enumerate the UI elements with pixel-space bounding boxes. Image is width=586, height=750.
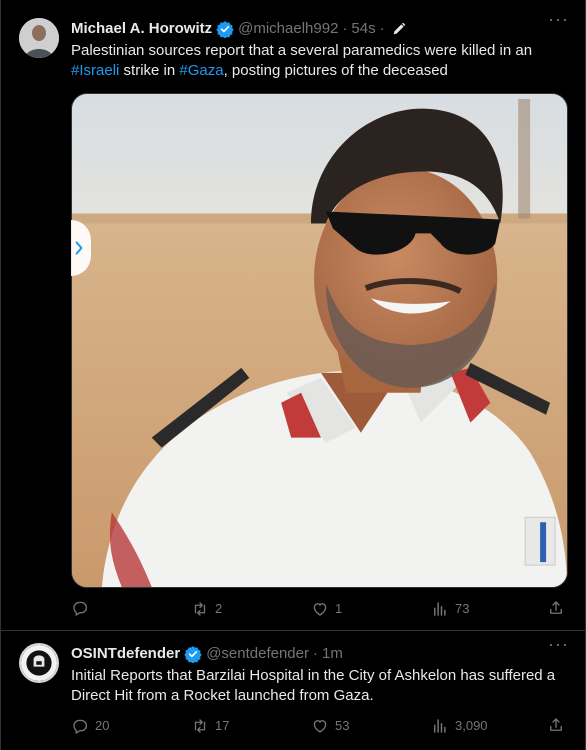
reply-button[interactable]: 20 xyxy=(71,716,109,736)
verified-badge-icon xyxy=(216,20,234,39)
separator: · xyxy=(312,645,318,662)
views-count: 3,090 xyxy=(455,718,488,733)
like-count: 53 xyxy=(335,718,350,733)
retweet-button[interactable]: 17 xyxy=(191,716,229,736)
tweet-text: Palestinian sources report that a severa… xyxy=(71,41,569,81)
edit-pencil-icon[interactable] xyxy=(391,21,407,37)
views-button[interactable]: 73 xyxy=(431,599,469,619)
views-chart-icon xyxy=(434,602,446,616)
tweet-actions: 2 1 73 xyxy=(71,599,567,619)
tweet-text: Initial Reports that Barzilai Hospital i… xyxy=(71,667,556,704)
timestamp[interactable]: 54s xyxy=(351,19,375,39)
heart-icon xyxy=(313,720,327,733)
share-icon xyxy=(550,601,562,614)
views-count: 73 xyxy=(455,601,470,616)
author-handle[interactable]: @michaelh992 xyxy=(238,19,338,39)
tweet-header: Michael A. Horowitz @michaelh992 · 54s · xyxy=(71,19,407,39)
views-chart-icon xyxy=(434,719,446,733)
author-name[interactable]: OSINTdefender xyxy=(71,644,180,664)
avatar[interactable] xyxy=(19,18,59,58)
like-button[interactable]: 53 xyxy=(311,716,349,736)
retweet-icon xyxy=(194,719,206,733)
reply-button[interactable] xyxy=(71,599,95,617)
more-dots-icon[interactable]: ··· xyxy=(548,10,569,28)
like-button[interactable]: 1 xyxy=(311,599,342,619)
verified-badge-icon xyxy=(184,645,202,664)
hashtag-link[interactable]: #Gaza xyxy=(179,62,223,79)
tweet-text-part: , posting pictures of the deceased xyxy=(223,62,448,79)
tweet-text-part: strike in xyxy=(119,62,180,79)
avatar[interactable] xyxy=(19,643,59,683)
tweet-photo[interactable] xyxy=(71,93,568,588)
retweet-button[interactable]: 2 xyxy=(191,599,222,619)
timestamp[interactable]: 1m xyxy=(322,644,343,664)
heart-icon xyxy=(313,603,327,616)
timeline-column: Michael A. Horowitz @michaelh992 · 54s ·… xyxy=(0,0,586,750)
like-count: 1 xyxy=(335,601,343,616)
share-button[interactable] xyxy=(547,599,565,617)
tweet-1[interactable]: Michael A. Horowitz @michaelh992 · 54s ·… xyxy=(1,0,586,631)
author-name[interactable]: Michael A. Horowitz xyxy=(71,19,212,39)
hashtag-link[interactable]: #Israeli xyxy=(71,62,119,79)
retweet-icon xyxy=(194,602,206,616)
tweet-text-part: Palestinian sources report that a severa… xyxy=(71,42,533,59)
views-button[interactable]: 3,090 xyxy=(431,716,488,736)
more-dots-icon[interactable]: ··· xyxy=(548,635,569,653)
reply-icon xyxy=(73,601,88,617)
separator: · xyxy=(379,20,385,37)
retweet-count: 2 xyxy=(215,601,223,616)
share-button[interactable] xyxy=(547,716,565,734)
author-handle[interactable]: @sentdefender xyxy=(206,644,309,664)
tweet-2[interactable]: OSINTdefender @sentdefender · 1m ··· Ini… xyxy=(1,631,586,750)
tweet-actions: 20 17 53 3,090 xyxy=(71,716,567,736)
reply-count: 20 xyxy=(95,718,110,733)
share-icon xyxy=(550,718,562,731)
tweet-header: OSINTdefender @sentdefender · 1m xyxy=(71,644,343,664)
retweet-count: 17 xyxy=(215,718,230,733)
separator: · xyxy=(342,20,348,37)
reply-icon xyxy=(73,719,88,735)
